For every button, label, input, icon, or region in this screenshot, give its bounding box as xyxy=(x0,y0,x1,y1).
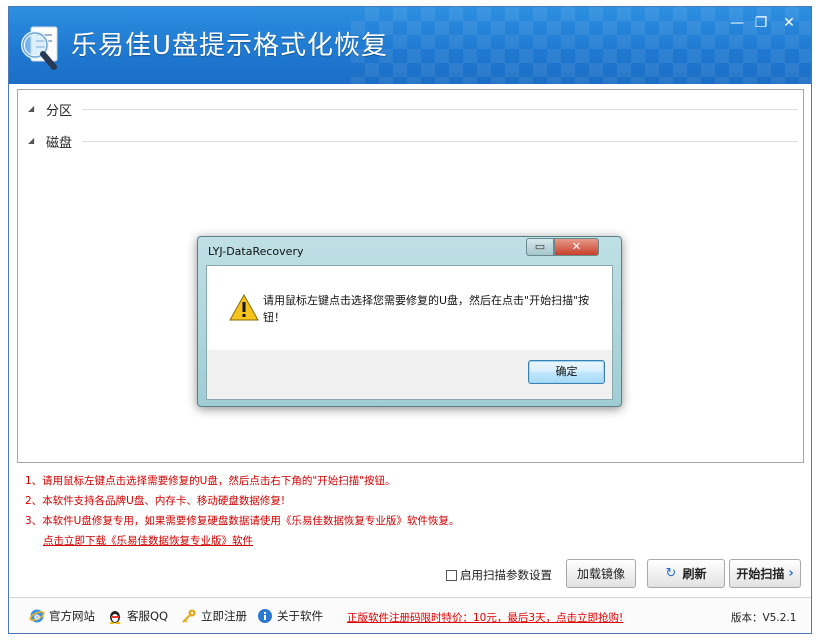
scan-params-option[interactable]: 启用扫描参数设置 xyxy=(446,567,552,583)
about-link[interactable]: 关于软件 xyxy=(257,608,323,624)
support-qq-label: 客服QQ xyxy=(127,609,169,623)
app-title: 乐易佳U盘提示格式化恢复 xyxy=(71,31,389,61)
minimize-button[interactable]: — xyxy=(725,13,749,33)
title-bar[interactable]: 乐易佳U盘提示格式化恢复 — ❐ ✕ xyxy=(9,7,811,84)
promo-link[interactable]: 正版软件注册码限时特价：10元，最后3天，点击立即抢购! xyxy=(347,610,623,625)
ie-globe-icon: e xyxy=(29,609,45,623)
tree-group-partition[interactable]: ◢ 分区 xyxy=(28,100,798,120)
restore-button[interactable]: ❐ xyxy=(749,13,773,33)
svg-text:e: e xyxy=(34,613,40,623)
tree-group-disk[interactable]: ◢ 磁盘 xyxy=(28,132,798,152)
support-qq-link[interactable]: 客服QQ xyxy=(107,608,168,624)
tree-group-label: 分区 xyxy=(46,104,73,119)
collapse-triangle-icon[interactable]: ◢ xyxy=(28,136,34,145)
magnifier-document-icon xyxy=(21,26,58,70)
group-divider xyxy=(82,141,798,142)
restore-icon: ▭ xyxy=(534,240,546,253)
official-site-label: 官方网站 xyxy=(49,609,95,623)
note-3: 3、本软件U盘修复专用，如果需要修复硬盘数据请使用《乐易佳数据恢复专业版》软件恢… xyxy=(25,515,460,527)
load-image-button[interactable]: 加载镜像 xyxy=(566,559,636,588)
dialog-body: 请用鼠标左键点击选择您需要修复的U盘，然后在点击"开始扫描"按钮！ 确定 xyxy=(206,265,613,400)
chevron-right-icon: › xyxy=(788,566,794,581)
register-link[interactable]: 立即注册 xyxy=(181,608,247,624)
message-dialog[interactable]: LYJ-DataRecovery ▭ ✕ 请用鼠标左键点击选择您需要修复的U盘，… xyxy=(197,236,622,407)
ok-button[interactable]: 确定 xyxy=(528,360,605,384)
dialog-close-button[interactable]: ✕ xyxy=(554,238,599,256)
download-pro-link[interactable]: 点击立即下载《乐易佳数据恢复专业版》软件 xyxy=(43,533,253,548)
start-scan-button[interactable]: 开始扫描 › xyxy=(729,559,801,588)
load-image-label: 加载镜像 xyxy=(576,567,625,581)
status-bar: e 官方网站 客服QQ 立即注册 关于软件 正版软件注册码限时特价：10元，最后… xyxy=(9,597,811,633)
about-label: 关于软件 xyxy=(277,609,323,623)
warning-icon xyxy=(229,294,259,321)
tree-group-label: 磁盘 xyxy=(46,136,73,151)
start-scan-label: 开始扫描 xyxy=(736,567,785,581)
dialog-content: 请用鼠标左键点击选择您需要修复的U盘，然后在点击"开始扫描"按钮！ xyxy=(207,266,612,350)
register-label: 立即注册 xyxy=(201,609,247,623)
refresh-icon: ↻ xyxy=(665,566,677,581)
scan-params-checkbox[interactable] xyxy=(446,569,457,581)
key-icon xyxy=(182,609,196,623)
dialog-restore-button[interactable]: ▭ xyxy=(526,238,554,256)
dialog-title: LYJ-DataRecovery xyxy=(208,245,304,258)
dialog-message: 请用鼠标左键点击选择您需要修复的U盘，然后在点击"开始扫描"按钮！ xyxy=(263,294,590,324)
dialog-footer: 确定 xyxy=(207,350,612,399)
qq-penguin-icon xyxy=(109,611,121,624)
version-label: 版本：V5.2.1 xyxy=(731,612,797,624)
refresh-label: 刷新 xyxy=(682,567,707,581)
refresh-button[interactable]: ↻ 刷新 xyxy=(647,559,725,588)
group-divider xyxy=(82,109,798,110)
close-icon: ✕ xyxy=(571,240,582,253)
close-button[interactable]: ✕ xyxy=(777,13,801,33)
scan-params-label: 启用扫描参数设置 xyxy=(460,568,552,582)
info-icon xyxy=(258,609,272,623)
official-site-link[interactable]: e 官方网站 xyxy=(29,608,95,624)
note-2: 2、本软件支持各品牌U盘、内存卡、移动硬盘数据修复! xyxy=(25,495,286,507)
collapse-triangle-icon[interactable]: ◢ xyxy=(28,104,34,113)
note-1: 1、请用鼠标左键点击选择需要修复的U盘，然后点击右下角的"开始扫描"按钮。 xyxy=(25,475,396,487)
